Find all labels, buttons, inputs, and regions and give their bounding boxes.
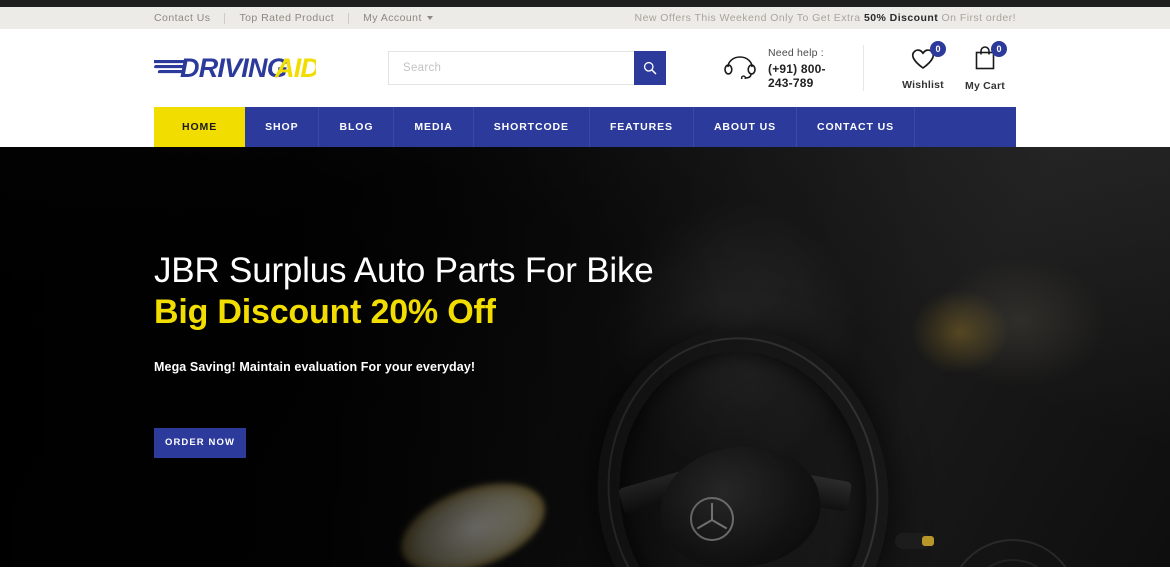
topbar-link-label: Top Rated Product (239, 12, 335, 24)
header-icon-group: 0 Wishlist 0 My Cart (892, 40, 1016, 92)
topbar-promo-message: New Offers This Weekend Only To Get Extr… (635, 12, 1016, 24)
wishlist-count-badge: 0 (930, 40, 946, 57)
topbar: Contact Us Top Rated Product My Account … (0, 7, 1170, 29)
need-help-phone: (+91) 800-243-789 (768, 61, 826, 90)
nav-item-blog[interactable]: BLOG (319, 107, 395, 147)
nav-item-features[interactable]: FEATURES (590, 107, 694, 147)
order-now-button[interactable]: ORDER NOW (154, 427, 246, 458)
need-help-block[interactable]: Need help : (+91) 800-243-789 (724, 45, 864, 91)
promo-suffix: On First order! (938, 12, 1016, 24)
search-button[interactable] (634, 51, 666, 85)
nav-item-label: MEDIA (414, 121, 453, 133)
cart-label: My Cart (965, 79, 1005, 92)
nav-item-media[interactable]: MEDIA (394, 107, 474, 147)
nav-item-label: ABOUT US (713, 121, 776, 133)
cart-icon-box: 0 (972, 40, 1007, 75)
nav-item-contact-us[interactable]: CONTACT US (797, 107, 916, 147)
promo-prefix: New Offers This Weekend Only To Get Extr… (634, 12, 864, 24)
hero-title: JBR Surplus Auto Parts For Bike (154, 251, 654, 290)
cart-count-badge: 0 (991, 40, 1007, 57)
search-icon (643, 61, 657, 75)
search-input[interactable] (388, 51, 634, 85)
topbar-link-contact-us[interactable]: Contact Us (154, 12, 224, 24)
nav-item-shortcode[interactable]: SHORTCODE (474, 107, 590, 147)
hero-description: Mega Saving! Maintain evaluation For you… (154, 359, 476, 374)
nav-item-label: SHOP (265, 121, 299, 133)
nav-item-label: FEATURES (609, 121, 673, 133)
nav-item-home[interactable]: HOME (154, 107, 246, 147)
nav-item-label: HOME (182, 121, 218, 133)
hero-content: JBR Surplus Auto Parts For Bike Big Disc… (154, 251, 754, 458)
topbar-link-top-rated-product[interactable]: Top Rated Product (225, 12, 348, 24)
search-form[interactable] (388, 51, 666, 85)
headset-icon (724, 53, 756, 84)
site-header: DRIVING AID Need help : (+91) 800-24 (0, 29, 1170, 107)
topbar-link-label: My Account (363, 12, 422, 24)
nav-item-label: CONTACT US (817, 121, 895, 133)
nav-item-about-us[interactable]: ABOUT US (694, 107, 797, 147)
need-help-label: Need help : (768, 46, 824, 59)
main-navigation: HOME SHOP BLOG MEDIA SHORTCODE FEATURES … (154, 107, 1016, 147)
order-now-label: ORDER NOW (164, 437, 236, 449)
topbar-link-label: Contact Us (154, 12, 211, 24)
navbar-row: HOME SHOP BLOG MEDIA SHORTCODE FEATURES … (0, 107, 1170, 147)
wishlist-icon-box: 0 (909, 40, 946, 75)
topbar-link-my-account[interactable]: My Account (349, 12, 447, 24)
nav-item-label: SHORTCODE (493, 121, 569, 133)
nav-item-label: BLOG (339, 121, 374, 133)
top-accent-strip (0, 0, 1170, 7)
cart-button[interactable]: 0 My Cart (954, 40, 1016, 92)
hero-banner: JBR Surplus Auto Parts For Bike Big Disc… (0, 147, 1170, 567)
wishlist-label: Wishlist (902, 78, 944, 91)
hero-subtitle: Big Discount 20% Off (154, 293, 496, 332)
chevron-down-icon (426, 16, 433, 20)
topbar-links: Contact Us Top Rated Product My Account (154, 12, 447, 24)
logo-graphic: DRIVING AID (154, 53, 316, 83)
promo-highlight: 50% Discount (863, 12, 939, 24)
site-logo[interactable]: DRIVING AID (154, 51, 354, 85)
nav-item-shop[interactable]: SHOP (245, 107, 320, 147)
wishlist-button[interactable]: 0 Wishlist (892, 40, 954, 92)
svg-text:AID: AID (274, 53, 316, 83)
svg-text:DRIVING: DRIVING (180, 53, 288, 83)
